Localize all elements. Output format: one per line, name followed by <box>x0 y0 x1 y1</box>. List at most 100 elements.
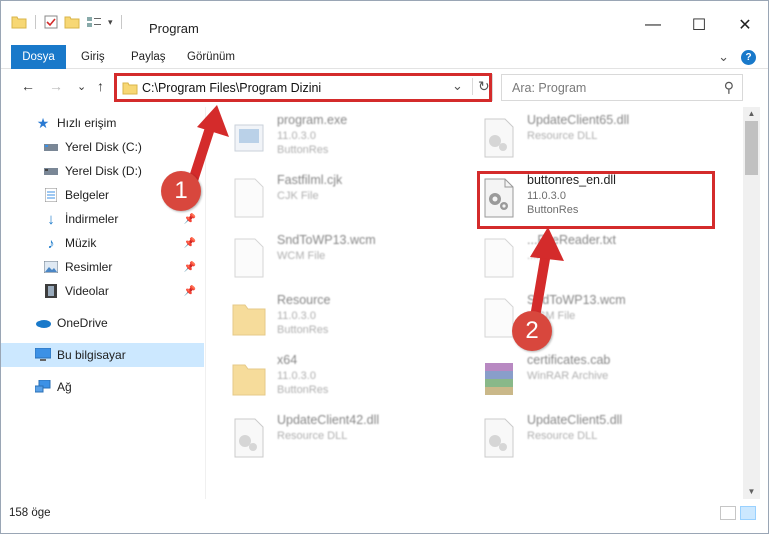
customize-qat-icon[interactable]: ▾ <box>108 17 113 28</box>
file-name: UpdateClient65.dll <box>527 113 630 127</box>
vertical-scrollbar[interactable]: ▲ ▼ <box>743 107 760 499</box>
file-item[interactable]: x64 11.0.3.0 ButtonRes <box>207 351 447 407</box>
file-item[interactable]: Fastfilml.cjk CJK File <box>207 171 447 227</box>
folder-icon <box>232 364 266 396</box>
refresh-icon[interactable]: ↻ <box>472 78 490 95</box>
forward-button[interactable]: → <box>49 78 63 94</box>
sidebar-item-label: Hızlı erişim <box>57 116 117 130</box>
documents-icon <box>43 187 59 203</box>
window-title: Program <box>149 21 199 36</box>
recent-locations-button[interactable]: ⌄ <box>77 80 86 93</box>
sidebar-item-music[interactable]: ♪ Müzik 📌 <box>1 231 204 255</box>
file-name: UpdateClient5.dll <box>527 413 623 427</box>
folder-icon <box>232 304 266 336</box>
ribbon-collapse-icon[interactable]: ⌄ <box>718 49 729 65</box>
sidebar-item-this-pc[interactable]: Bu bilgisayar <box>1 343 204 367</box>
ribbon-controls: ⌄ ? <box>718 49 756 65</box>
tab-view[interactable]: Görünüm <box>187 45 235 69</box>
new-folder-icon[interactable] <box>64 15 80 29</box>
file-name: SndToWP13.wcm <box>527 293 626 307</box>
item-count: 158 öge <box>9 507 51 519</box>
tiles-view-icon[interactable] <box>740 506 756 520</box>
file-type: CJK File <box>277 190 319 202</box>
blank-file-icon <box>234 178 264 218</box>
archive-icon <box>485 363 513 395</box>
properties-icon[interactable] <box>44 15 58 29</box>
pin-icon[interactable]: 📌 <box>184 286 196 297</box>
details-view-icon[interactable] <box>720 506 736 520</box>
address-path[interactable]: C:\Program Files\Program Dizini <box>142 81 321 95</box>
navigation-bar: ← → ⌄ ↑ C:\Program Files\Program Dizini … <box>1 72 768 102</box>
sidebar-item-network[interactable]: Ağ <box>1 375 204 399</box>
title-bar: ▾ Program — ☐ ✕ <box>1 1 768 41</box>
file-item[interactable]: UpdateClient65.dll Resource DLL <box>457 111 697 167</box>
search-box[interactable]: Ara: Program ⚲ <box>501 74 743 101</box>
sidebar-item-label: Belgeler <box>65 188 110 202</box>
address-dropdown-icon[interactable]: ⌄ <box>452 78 463 94</box>
scroll-thumb[interactable] <box>745 121 758 175</box>
pin-icon[interactable]: 📌 <box>184 214 196 225</box>
sidebar-item-quick-access[interactable]: ★ Hızlı erişim <box>1 111 204 135</box>
scroll-up-icon[interactable]: ▲ <box>743 107 760 121</box>
navigation-pane: ★ Hızlı erişim Yerel Disk (C:) Yerel Dis… <box>1 107 206 499</box>
sidebar-item-onedrive[interactable]: OneDrive <box>1 311 204 335</box>
file-item[interactable]: UpdateClient5.dll Resource DLL <box>457 411 697 467</box>
back-button[interactable]: ← <box>21 78 35 94</box>
drive-icon <box>43 163 59 179</box>
search-icon[interactable]: ⚲ <box>724 79 734 96</box>
pin-icon[interactable]: 📌 <box>184 238 196 249</box>
separator <box>35 15 36 29</box>
tab-share[interactable]: Paylaş <box>131 45 166 69</box>
network-icon <box>35 379 51 395</box>
file-item[interactable]: Resource 11.0.3.0 ButtonRes <box>207 291 447 347</box>
ribbon-tabs: Dosya Giriş Paylaş Görünüm ⌄ ? <box>1 45 768 69</box>
download-icon: ↓ <box>47 210 55 228</box>
video-icon <box>43 283 59 299</box>
file-item[interactable]: certificates.cab WinRAR Archive <box>457 351 697 407</box>
file-description: ButtonRes <box>277 384 329 396</box>
file-item[interactable]: SndToWP13.wcm WCM File <box>207 231 447 287</box>
sidebar-item-label: Videolar <box>65 284 109 298</box>
search-placeholder[interactable]: Ara: Program <box>512 81 586 95</box>
sidebar-item-downloads[interactable]: ↓ İndirmeler 📌 <box>1 207 204 231</box>
sidebar-item-pictures[interactable]: Resimler 📌 <box>1 255 204 279</box>
file-type: Resource DLL <box>527 430 598 442</box>
dll-icon <box>484 118 514 158</box>
scroll-down-icon[interactable]: ▼ <box>743 485 760 499</box>
pin-icon[interactable]: 📌 <box>184 262 196 273</box>
folder-icon <box>122 82 138 95</box>
file-description: ButtonRes <box>277 324 329 336</box>
cloud-icon <box>35 315 51 331</box>
maximize-button[interactable]: ☐ <box>676 11 722 39</box>
file-item[interactable]: ...FireReader.txt ...File <box>457 231 697 287</box>
file-type: WCM File <box>277 250 326 262</box>
file-type: Resource DLL <box>527 130 598 142</box>
annotation-badge-1: 1 <box>161 171 201 211</box>
folder-icon <box>11 16 27 29</box>
file-item[interactable]: SndToWP13.wcm WCM File <box>457 291 697 347</box>
help-icon[interactable]: ? <box>741 49 756 65</box>
star-icon: ★ <box>36 114 50 131</box>
sidebar-item-local-disk-c[interactable]: Yerel Disk (C:) <box>1 135 204 159</box>
file-item[interactable]: program.exe 11.0.3.0 ButtonRes <box>207 111 447 167</box>
tab-file[interactable]: Dosya <box>11 45 66 69</box>
up-button[interactable]: ↑ <box>97 78 104 94</box>
file-version: 11.0.3.0 <box>277 310 316 322</box>
annotation-badge-2: 2 <box>512 311 552 351</box>
layout-icon[interactable] <box>86 15 102 29</box>
sidebar-item-label: Bu bilgisayar <box>57 348 126 362</box>
exe-icon <box>234 124 264 152</box>
file-item[interactable]: UpdateClient42.dll Resource DLL <box>207 411 447 467</box>
window-controls: — ☐ ✕ <box>630 11 768 39</box>
file-version: 11.0.3.0 <box>277 370 316 382</box>
file-name: UpdateClient42.dll <box>277 413 380 427</box>
file-type: Resource DLL <box>277 430 348 442</box>
tab-home[interactable]: Giriş <box>81 45 105 69</box>
blank-file-icon <box>234 238 264 278</box>
close-button[interactable]: ✕ <box>722 11 768 39</box>
file-version: 11.0.3.0 <box>277 130 316 142</box>
minimize-button[interactable]: — <box>630 11 676 39</box>
file-type: ...File <box>527 250 554 262</box>
address-bar[interactable]: C:\Program Files\Program Dizini ⌄ ↻ <box>115 74 493 101</box>
sidebar-item-videos[interactable]: Videolar 📌 <box>1 279 204 303</box>
